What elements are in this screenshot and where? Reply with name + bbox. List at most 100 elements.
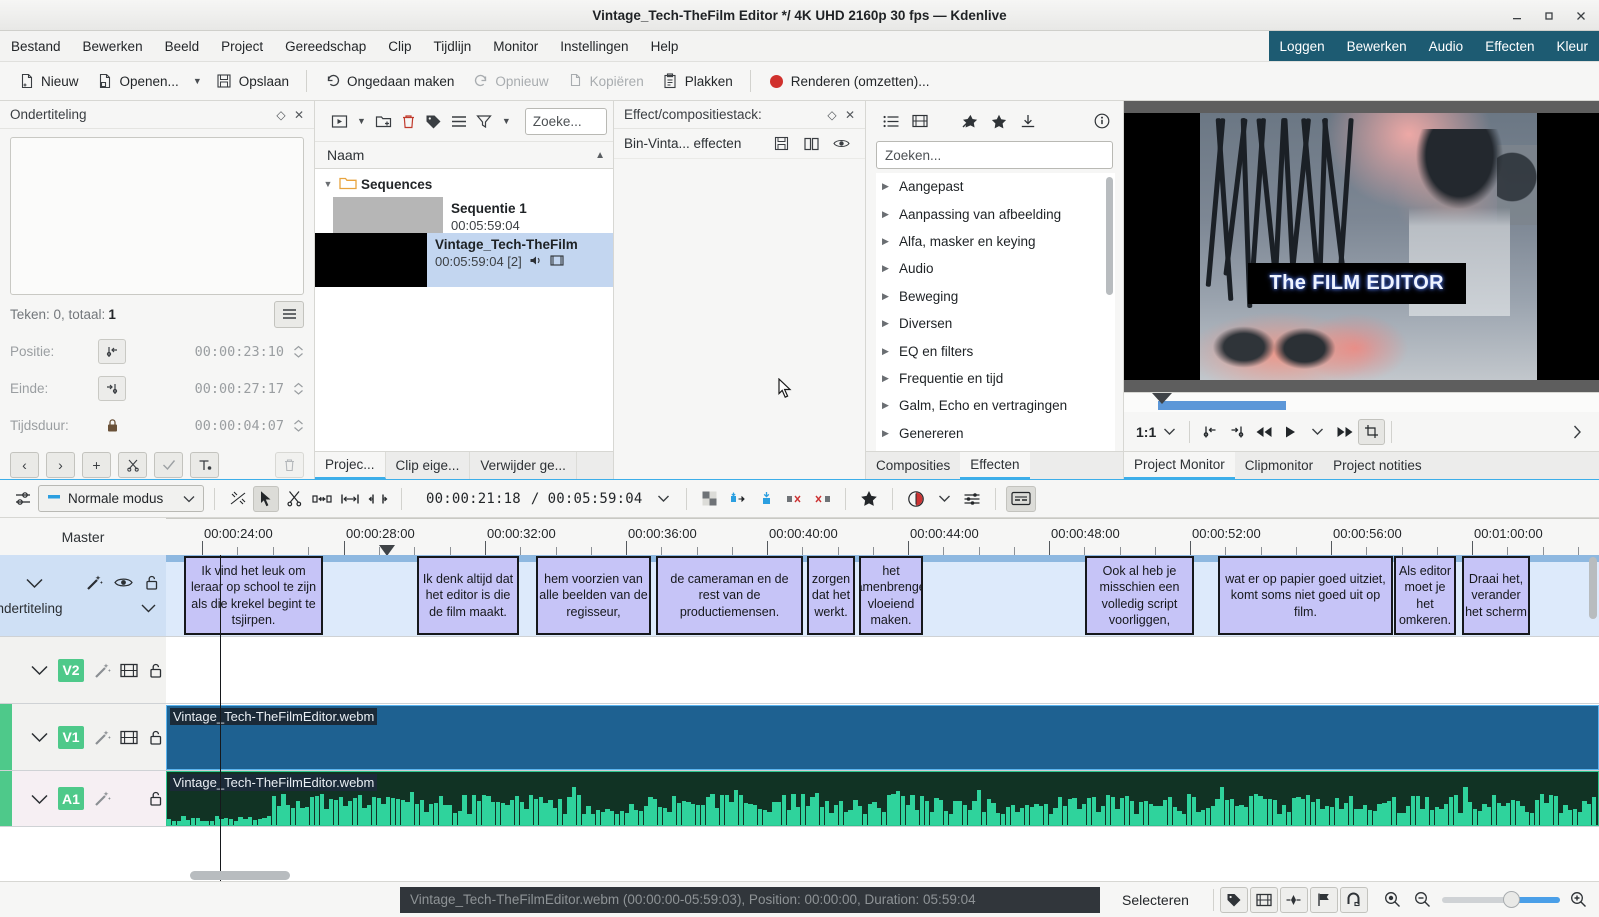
chevron-right-icon[interactable]: ▶	[882, 291, 893, 302]
chevron-right-icon[interactable]: ▶	[882, 428, 893, 439]
chevron-right-icon[interactable]: ▶	[882, 209, 893, 220]
track-header-v1[interactable]: V1	[0, 704, 166, 771]
fit-zoom-icon[interactable]	[1382, 889, 1404, 911]
timeline-vertical-scrollbar[interactable]	[1589, 557, 1597, 619]
track-collapse-chevron-down-icon[interactable]	[30, 727, 49, 747]
subtitle-style-button[interactable]	[190, 452, 219, 478]
preview-options-chevron-down-icon[interactable]	[931, 486, 957, 512]
monitor-playhead-icon[interactable]	[1152, 393, 1172, 404]
tab-project-bin[interactable]: Projec...	[315, 452, 386, 479]
snap-magnet-icon[interactable]	[1339, 886, 1368, 913]
track-body-subtitle[interactable]: Ik vind het leuk om leraar op school te …	[166, 555, 1599, 637]
rewind-icon[interactable]	[1250, 419, 1277, 445]
subtitle-clip[interactable]: zorgen dat het werkt.	[807, 556, 855, 635]
video-clip[interactable]: Vintage_Tech-TheFilmEditor.webm	[166, 705, 1599, 770]
subtitle-position-value[interactable]: 00:00:23:10	[126, 344, 292, 360]
apply-subtitle-button[interactable]	[154, 452, 183, 478]
menu-help[interactable]: Help	[640, 31, 690, 61]
filter-chevron-down-icon[interactable]: ▼	[498, 116, 515, 126]
effect-category[interactable]: ▶ Alfa, masker en keying	[876, 228, 1115, 255]
track-body-v1[interactable]: Vintage_Tech-TheFilmEditor.webm	[166, 704, 1599, 771]
open-button[interactable]: Openen...	[89, 69, 187, 94]
paste-button[interactable]: Plakken	[654, 69, 741, 94]
track-body-a1[interactable]: Vintage_Tech-TheFilmEditor.webm	[166, 771, 1599, 827]
chevron-right-icon[interactable]: ▶	[882, 373, 893, 384]
sort-ascending-icon[interactable]: ▲	[595, 150, 605, 161]
lock-open-icon[interactable]	[148, 660, 166, 680]
subtitle-clip[interactable]: het samenbrengen vloeiend maken.	[859, 556, 923, 635]
chevron-right-icon[interactable]: ▶	[882, 346, 893, 357]
set-zone-in-icon[interactable]	[1196, 419, 1223, 445]
preview-render-icon[interactable]	[903, 486, 929, 512]
audio-thumbnails-icon[interactable]	[1279, 886, 1308, 913]
subtitle-track-chevron-down-icon[interactable]	[138, 599, 158, 619]
effect-category[interactable]: ▶ Diversen	[876, 310, 1115, 337]
audio-mix-icon[interactable]	[959, 486, 985, 512]
layout-audio[interactable]: Audio	[1418, 31, 1475, 61]
show-video-effects-icon[interactable]	[907, 109, 933, 133]
spacer-tool-icon[interactable]	[309, 486, 335, 512]
filter-icon[interactable]	[473, 110, 495, 132]
redo-button[interactable]: Opnieuw	[464, 69, 556, 94]
add-clip-chevron-down-icon[interactable]: ▼	[353, 116, 370, 126]
subtitle-clip[interactable]: Ik vind het leuk om leraar op school te …	[184, 556, 323, 635]
close-icon[interactable]: ✕	[290, 106, 308, 124]
play-icon[interactable]	[1277, 419, 1304, 445]
info-icon[interactable]	[1089, 109, 1115, 133]
timeline-horizontal-scrollbar[interactable]	[190, 871, 290, 880]
chevron-right-icon[interactable]: ▶	[882, 236, 893, 247]
lock-open-icon[interactable]	[142, 573, 162, 593]
effect-category[interactable]: ▶ Beweging	[876, 283, 1115, 310]
menu-gereedschap[interactable]: Gereedschap	[274, 31, 377, 61]
tab-clip-properties[interactable]: Clip eige...	[386, 452, 471, 479]
lock-open-icon[interactable]	[147, 789, 166, 809]
menu-bewerken[interactable]: Bewerken	[72, 31, 154, 61]
track-collapse-chevron-down-icon[interactable]	[30, 660, 49, 680]
zoom-out-icon[interactable]	[1412, 889, 1434, 911]
timeline-playhead[interactable]	[220, 555, 221, 881]
bin-column-header[interactable]: Naam ▲	[315, 141, 613, 169]
show-list-icon[interactable]	[878, 109, 904, 133]
more-options-chevron-right-icon[interactable]	[1564, 419, 1591, 445]
monitor-video-area[interactable]: The FILM EDITOR	[1124, 101, 1599, 392]
timecode-chevron-down-icon[interactable]	[650, 486, 676, 512]
prev-subtitle-button[interactable]: ‹	[10, 452, 39, 478]
effects-wand-icon[interactable]	[84, 573, 104, 593]
track-body-v2[interactable]	[166, 637, 1599, 704]
effect-category[interactable]: ▶ Aanpassing van afbeelding	[876, 200, 1115, 227]
effects-search-input[interactable]: Zoeken...	[876, 141, 1113, 169]
razor-tool-icon[interactable]	[281, 486, 307, 512]
audio-clip[interactable]: Vintage_Tech-TheFilmEditor.webm	[166, 771, 1599, 826]
set-start-icon[interactable]	[98, 339, 126, 364]
video-icon[interactable]	[120, 727, 139, 747]
add-clip-icon[interactable]	[328, 110, 350, 132]
bin-menu-icon[interactable]	[448, 110, 470, 132]
chevron-right-icon[interactable]: ▶	[882, 318, 893, 329]
track-number-v2[interactable]: V2	[58, 658, 84, 682]
zoom-in-icon[interactable]	[1568, 889, 1590, 911]
subtitle-clip[interactable]: Als editor moet je het omkeren.	[1394, 556, 1456, 635]
set-zone-out-icon[interactable]	[1223, 419, 1250, 445]
download-effects-icon[interactable]	[1015, 109, 1041, 133]
show-favorites-star-icon[interactable]	[986, 109, 1012, 133]
minimize-icon[interactable]	[1509, 8, 1525, 24]
track-number-a1[interactable]: A1	[58, 787, 84, 810]
favorite-star-icon[interactable]	[856, 486, 882, 512]
edit-mode-combo[interactable]: Normale modus	[38, 485, 204, 512]
effects-list-scrollbar[interactable]	[1106, 177, 1113, 295]
hide-eye-icon[interactable]	[113, 573, 133, 593]
new-button[interactable]: Nieuw	[10, 69, 87, 94]
render-button[interactable]: Renderen (omzetten)...	[760, 69, 938, 94]
monitor-zone-bar[interactable]	[1158, 401, 1286, 410]
effect-category[interactable]: ▶ Audio	[876, 255, 1115, 282]
split-compare-icon[interactable]	[796, 137, 826, 151]
menu-clip[interactable]: Clip	[377, 31, 422, 61]
delete-subtitle-button[interactable]	[275, 452, 304, 478]
zone-crop-icon[interactable]	[1358, 418, 1386, 445]
tab-clipmonitor[interactable]: Clipmonitor	[1235, 452, 1323, 479]
slip-tool-icon[interactable]	[337, 486, 363, 512]
layout-effecten[interactable]: Effecten	[1474, 31, 1545, 61]
insert-zone-icon[interactable]	[725, 486, 751, 512]
maximize-icon[interactable]	[1541, 8, 1557, 24]
chevron-right-icon[interactable]: ▶	[882, 263, 893, 274]
